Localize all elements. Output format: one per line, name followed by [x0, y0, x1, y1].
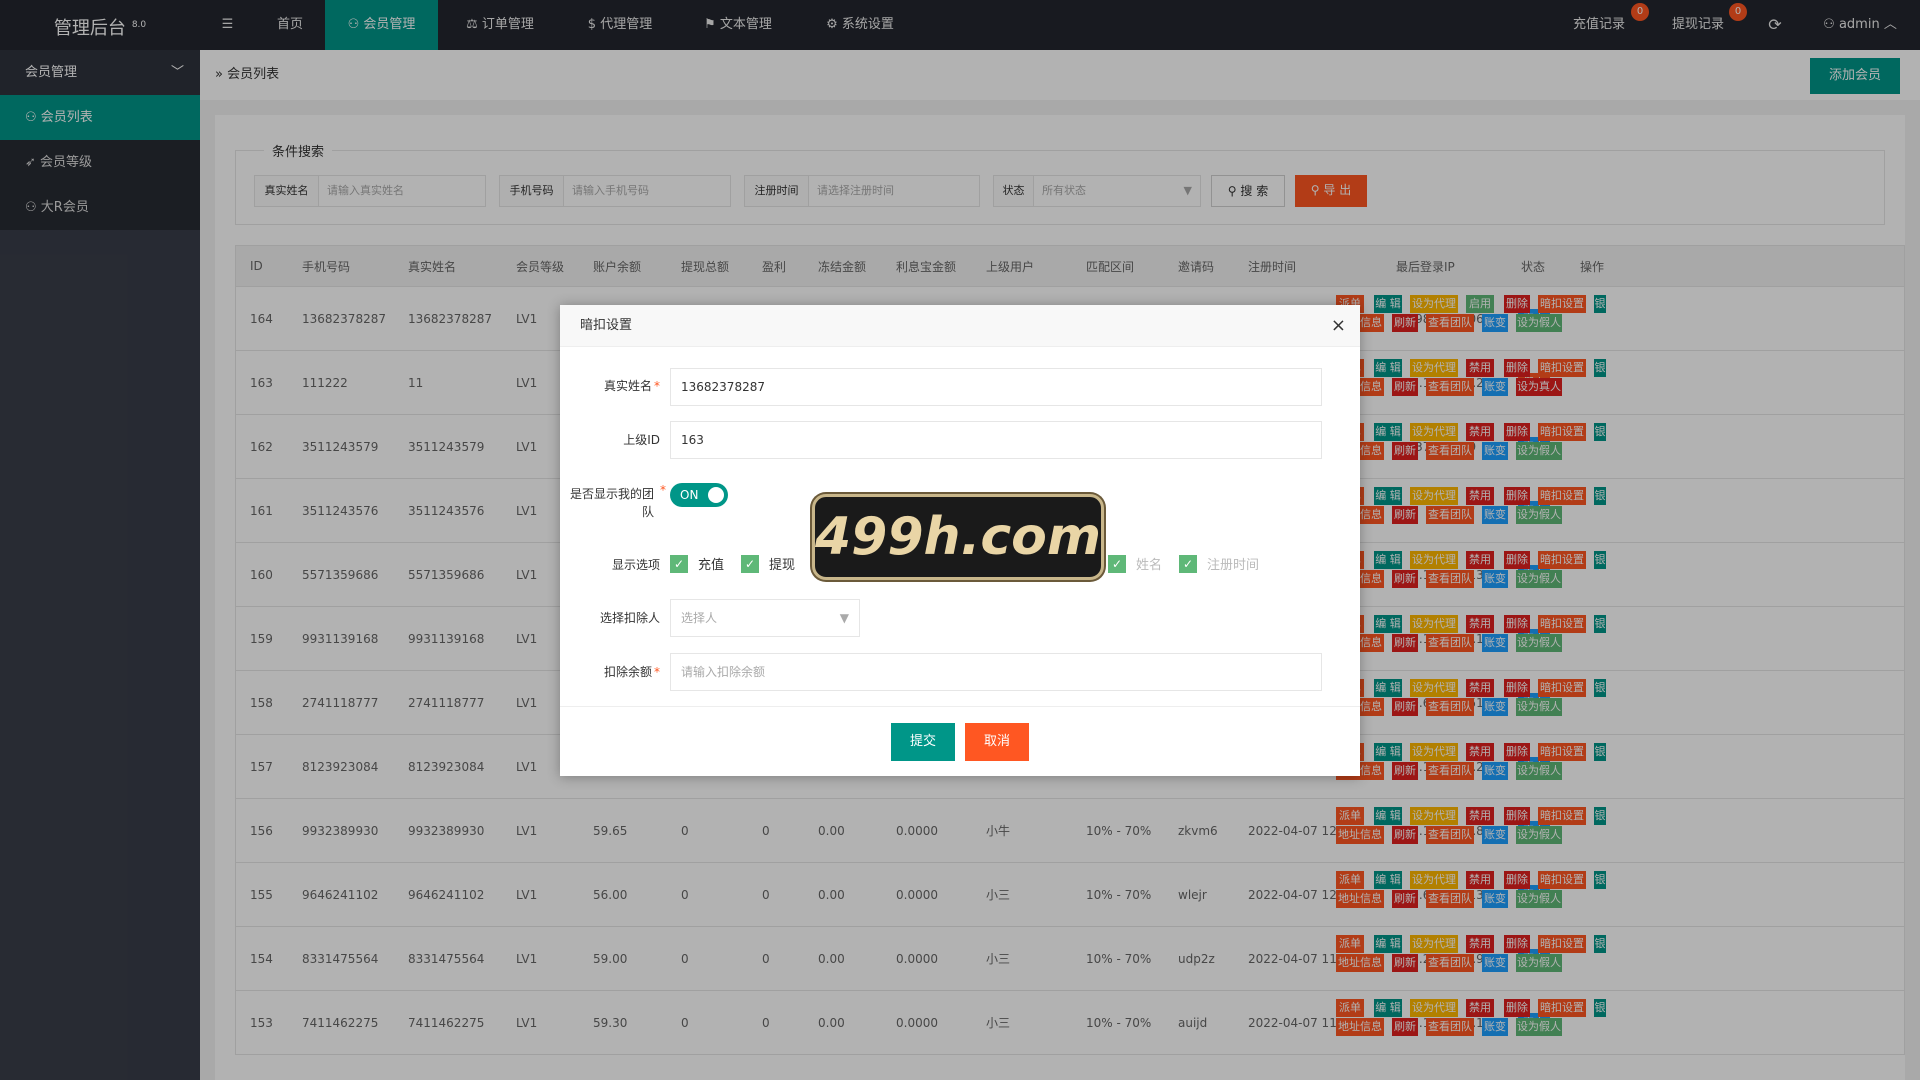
parent-id-label: 上级ID — [623, 433, 660, 447]
select-deductee-label: 选择扣除人 — [599, 611, 660, 625]
close-icon[interactable]: × — [1331, 305, 1346, 347]
deduct-amount-label: 扣除余额 * — [603, 665, 660, 679]
caret-down-icon: ▼ — [839, 611, 849, 625]
submit-button[interactable]: 提交 — [891, 723, 955, 761]
option-withdraw-checkbox[interactable]: ✓ 提现 — [741, 554, 795, 573]
show-team-toggle[interactable]: ON — [670, 483, 728, 507]
check-icon: ✓ — [670, 554, 688, 573]
check-icon: ✓ — [1179, 554, 1197, 573]
option-name-checkbox[interactable]: ✓ 姓名 — [1108, 554, 1162, 573]
check-icon: ✓ — [741, 554, 759, 573]
deduct-amount-input[interactable]: 请输入扣除余额 — [670, 653, 1322, 691]
parent-id-input[interactable]: 163 — [670, 421, 1322, 459]
dialog-title: 暗扣设置 × — [560, 305, 1360, 347]
real-name-label: 真实姓名 * — [603, 379, 660, 393]
watermark-logo: 499h.com — [812, 494, 1104, 580]
option-regtime-checkbox[interactable]: ✓ 注册时间 — [1179, 554, 1259, 573]
show-team-label: 是否显示我的团队 — [569, 487, 654, 519]
option-recharge-checkbox[interactable]: ✓ 充值 — [670, 554, 724, 573]
display-options-label: 显示选项 — [611, 558, 660, 572]
cancel-button[interactable]: 取消 — [965, 723, 1029, 761]
real-name-input[interactable]: 13682378287 — [670, 368, 1322, 406]
select-deductee-dropdown[interactable]: 选择人 ▼ — [670, 599, 860, 637]
check-icon: ✓ — [1108, 554, 1126, 573]
